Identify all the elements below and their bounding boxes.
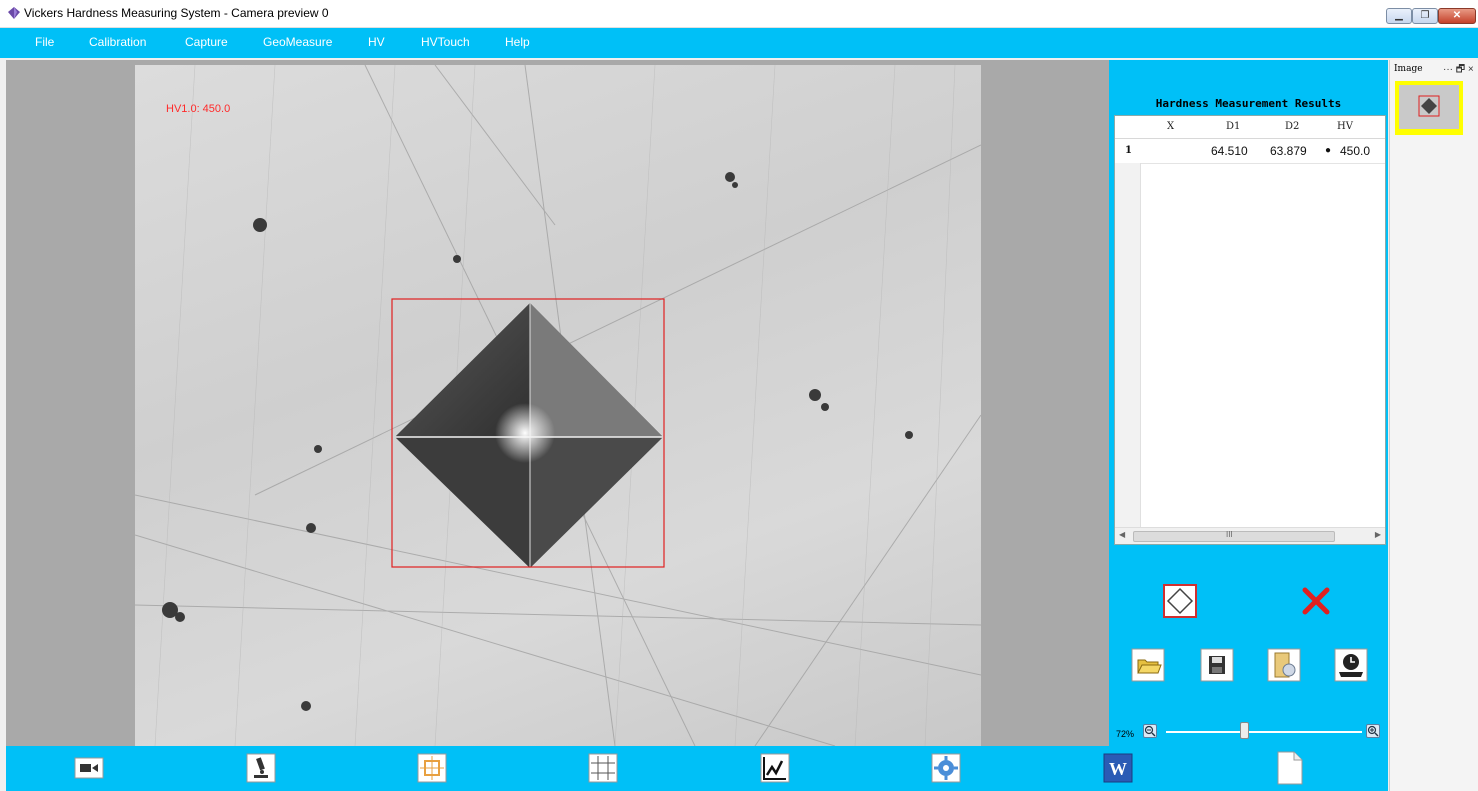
zoom-in-icon xyxy=(1367,725,1379,737)
zoom-out-button[interactable] xyxy=(1143,724,1157,738)
thumbnail-preview-icon xyxy=(1418,95,1440,117)
delete-button[interactable] xyxy=(1299,584,1333,618)
row-index: 1 xyxy=(1125,145,1132,156)
column-header-hv[interactable]: HV xyxy=(1337,116,1353,138)
microscope-button[interactable] xyxy=(244,751,278,785)
menu-help[interactable]: Help xyxy=(505,35,530,49)
specimen-image[interactable]: HV1.0: 450.0 xyxy=(135,65,981,746)
minimize-button[interactable]: ▁ xyxy=(1386,8,1412,24)
scroll-thumb[interactable]: III xyxy=(1133,530,1335,542)
cell-d2: 63.879 xyxy=(1270,144,1307,158)
minimize-icon: ▁ xyxy=(1395,10,1403,21)
report-button[interactable] xyxy=(1267,648,1301,682)
side-panel-title: Image xyxy=(1394,64,1423,74)
restore-button[interactable]: ❐ xyxy=(1412,8,1438,24)
zoom-in-button[interactable] xyxy=(1366,724,1380,738)
menu-file[interactable]: File xyxy=(35,35,54,49)
app-gem-icon xyxy=(8,7,20,19)
clock-export-icon xyxy=(1334,648,1368,682)
close-icon: ✕ xyxy=(1452,10,1462,21)
scroll-right-icon[interactable]: ▶ xyxy=(1375,530,1381,539)
save-disk-icon xyxy=(1200,648,1234,682)
word-document-icon: W xyxy=(1103,753,1133,783)
thumbnail-image xyxy=(1399,85,1459,129)
open-button[interactable] xyxy=(1131,648,1165,682)
measure-diamond-button[interactable] xyxy=(1163,584,1197,618)
table-header: X D1 D2 HV xyxy=(1115,116,1385,139)
title-bar: Vickers Hardness Measuring System - Came… xyxy=(0,0,1478,28)
horizontal-scrollbar[interactable]: ◀ III ▶ xyxy=(1115,527,1385,544)
grid-button[interactable] xyxy=(586,751,620,785)
results-panel: Hardness Measurement Results X D1 D2 HV … xyxy=(1109,60,1388,746)
menu-hvtouch[interactable]: HVTouch xyxy=(421,35,470,49)
new-document-button[interactable] xyxy=(1272,751,1306,785)
open-folder-icon xyxy=(1131,648,1165,682)
hv-marker-icon: ● xyxy=(1325,145,1332,156)
specimen-micrograph xyxy=(135,65,981,746)
cell-d1: 64.510 xyxy=(1211,144,1248,158)
restore-icon: ❐ xyxy=(1420,10,1430,21)
chart-button[interactable] xyxy=(758,751,792,785)
grid-icon xyxy=(588,753,618,783)
table-row[interactable]: 1 64.510 63.879 ● 450.0 xyxy=(1115,139,1385,164)
microscope-icon xyxy=(246,753,276,783)
image-thumbnail[interactable] xyxy=(1395,81,1463,135)
bottom-toolbar: W xyxy=(6,746,1388,791)
scroll-grip: III xyxy=(1226,530,1233,539)
cell-hv: 450.0 xyxy=(1340,144,1371,158)
scroll-left-icon[interactable]: ◀ xyxy=(1119,530,1125,539)
menu-geomeasure[interactable]: GeoMeasure xyxy=(263,35,332,49)
menu-bar: File Calibration Capture GeoMeasure HV H… xyxy=(0,28,1478,58)
row-header-column xyxy=(1115,163,1141,528)
zoom-level-label: 72% xyxy=(1116,729,1135,739)
camera-icon xyxy=(74,757,104,779)
crosshair-frame-button[interactable] xyxy=(415,751,449,785)
blank-document-icon xyxy=(1277,751,1303,785)
word-export-button[interactable]: W xyxy=(1101,751,1135,785)
results-table: X D1 D2 HV 1 64.510 63.879 ● 450.0 ◀ III… xyxy=(1114,115,1386,545)
close-button[interactable]: ✕ xyxy=(1438,8,1476,24)
camera-button[interactable] xyxy=(72,751,106,785)
zoom-out-icon xyxy=(1144,725,1156,737)
image-thumbnail-panel: Image ··· 🗗 × xyxy=(1389,60,1478,791)
crosshair-frame-icon xyxy=(417,753,447,783)
menu-calibration[interactable]: Calibration xyxy=(89,35,146,49)
window-title: Vickers Hardness Measuring System - Came… xyxy=(24,6,329,20)
column-header-d1[interactable]: D1 xyxy=(1226,116,1240,138)
zoom-slider-track[interactable] xyxy=(1166,731,1362,733)
export-button[interactable] xyxy=(1334,648,1368,682)
settings-gear-icon xyxy=(931,753,961,783)
column-header-d2[interactable]: D2 xyxy=(1285,116,1299,138)
delete-x-icon xyxy=(1302,587,1330,615)
menu-hv[interactable]: HV xyxy=(368,35,385,49)
image-workspace: HV1.0: 450.0 xyxy=(6,60,1109,746)
measure-diamond-icon xyxy=(1163,584,1197,618)
save-button[interactable] xyxy=(1200,648,1234,682)
side-panel-controls[interactable]: ··· 🗗 × xyxy=(1443,62,1474,79)
results-title: Hardness Measurement Results xyxy=(1155,97,1342,110)
settings-button[interactable] xyxy=(929,751,963,785)
chart-line-icon xyxy=(760,753,790,783)
hv-overlay-label: HV1.0: 450.0 xyxy=(166,103,231,115)
zoom-slider-thumb[interactable] xyxy=(1240,722,1249,739)
svg-text:W: W xyxy=(1109,759,1127,779)
report-icon xyxy=(1267,648,1301,682)
menu-capture[interactable]: Capture xyxy=(185,35,228,49)
column-header-x[interactable]: X xyxy=(1167,116,1174,138)
